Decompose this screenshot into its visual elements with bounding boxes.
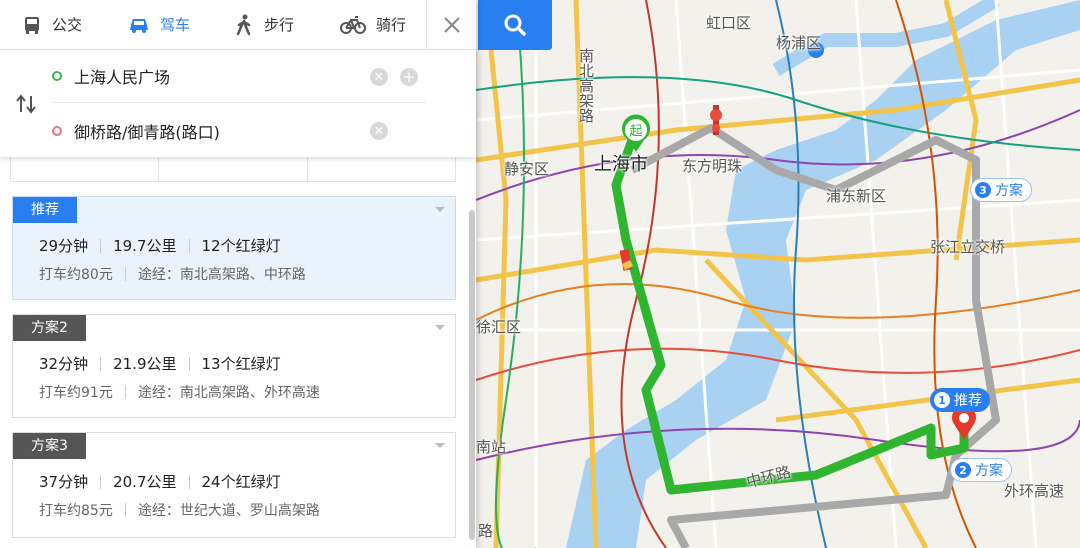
plan-tag: 推荐 xyxy=(13,197,77,223)
plan-via: 途经：世纪大道、罗山高架路 xyxy=(137,503,320,519)
badge-number: 1 xyxy=(934,392,950,408)
badge-label: 方案 xyxy=(995,183,1023,199)
tab-bus[interactable]: 公交 xyxy=(0,0,106,50)
route-plan-card[interactable]: 方案3 37分钟 20.7公里 24个红绿灯 打车约85元 途经：世纪大道、罗山高架路 xyxy=(12,432,456,538)
plan-lights: 24个红绿灯 xyxy=(201,473,281,491)
map-view[interactable]: 起 虹口区 杨浦区 南北高架路 静安区 上海市 东方明珠 浦东新区 张江立交桥 … xyxy=(476,0,1080,548)
plan-distance: 20.7公里 xyxy=(113,473,177,491)
plan-via: 途经：南北高架路、中环路 xyxy=(137,267,306,283)
directions-panel: 公交 驾车 步行 骑行 上海人民广场 ✕ + 御桥路/御青路(路口) ✕ 推荐 … xyxy=(0,0,476,548)
plan-time: 32分钟 xyxy=(39,355,89,373)
plan-time: 37分钟 xyxy=(39,473,89,491)
map-label-jingan: 静安区 xyxy=(504,160,550,178)
map-label-hongkou: 虹口区 xyxy=(706,14,752,32)
route-input-box: 上海人民广场 ✕ + 御桥路/御青路(路口) ✕ xyxy=(0,50,476,157)
plan-via: 途经：南北高架路、外环高速 xyxy=(137,385,320,401)
tab-label: 骑行 xyxy=(376,16,407,34)
route-badge-plan2[interactable]: 2 方案 xyxy=(950,458,1012,482)
travel-mode-tabs: 公交 驾车 步行 骑行 xyxy=(0,0,476,50)
expand-caret-icon[interactable] xyxy=(435,325,445,330)
search-icon xyxy=(504,14,526,36)
map-label-pudong: 浦东新区 xyxy=(826,187,887,205)
map-label-waihuan: 外环高速 xyxy=(1004,482,1065,500)
close-button[interactable] xyxy=(426,0,476,50)
tab-label: 公交 xyxy=(52,16,83,34)
search-button[interactable] xyxy=(478,0,552,50)
plan-distance: 21.9公里 xyxy=(113,355,177,373)
svg-text:起: 起 xyxy=(629,124,642,139)
start-dot-icon xyxy=(52,71,62,81)
clear-start-icon[interactable]: ✕ xyxy=(370,68,388,86)
bus-icon xyxy=(25,16,39,34)
swap-icon[interactable] xyxy=(14,92,38,116)
start-field[interactable]: 上海人民广场 ✕ + xyxy=(52,50,426,103)
route-plan-card[interactable]: 推荐 29分钟 19.7公里 12个红绿灯 打车约80元 途经：南北高架路、中环路 xyxy=(12,196,456,300)
map-label-zhangjiang: 张江立交桥 xyxy=(930,238,1006,256)
map-label-nanzhan: 南站 xyxy=(476,438,507,456)
start-input[interactable]: 上海人民广场 xyxy=(74,64,170,88)
clear-end-icon[interactable]: ✕ xyxy=(370,122,388,140)
map-label-nanbei: 南北高架路 xyxy=(577,48,595,123)
tab-walk[interactable]: 步行 xyxy=(212,0,318,50)
plan-lights: 12个红绿灯 xyxy=(201,237,281,255)
plan-tag: 方案3 xyxy=(13,433,86,459)
tab-car[interactable]: 驾车 xyxy=(106,0,212,50)
end-field[interactable]: 御桥路/御青路(路口) ✕ xyxy=(52,104,426,157)
add-waypoint-icon[interactable]: + xyxy=(400,68,418,86)
expand-caret-icon[interactable] xyxy=(435,443,445,448)
tab-bike[interactable]: 骑行 xyxy=(318,0,424,50)
route-badge-recommended[interactable]: 1 推荐 xyxy=(930,388,990,412)
map-label-lu: 路 xyxy=(478,522,494,540)
close-icon xyxy=(443,17,460,33)
plan-taxi: 打车约80元 xyxy=(39,267,113,283)
plan-distance: 19.7公里 xyxy=(113,237,177,255)
expand-caret-icon[interactable] xyxy=(435,207,445,212)
plan-tag: 方案2 xyxy=(13,315,86,341)
badge-label: 方案 xyxy=(975,463,1003,479)
map-label-shanghai: 上海市 xyxy=(594,154,648,175)
scrollbar[interactable] xyxy=(469,210,475,540)
route-plan-card[interactable]: 方案2 32分钟 21.9公里 13个红绿灯 打车约91元 途经：南北高架路、外环高速 xyxy=(12,314,456,418)
tab-label: 步行 xyxy=(264,16,295,34)
bike-icon xyxy=(340,15,366,34)
walk-icon xyxy=(236,14,251,35)
plan-taxi: 打车约91元 xyxy=(39,385,113,401)
end-dot-icon xyxy=(52,125,62,136)
map-label-yangpu: 杨浦区 xyxy=(776,34,822,52)
car-icon xyxy=(130,18,148,33)
tab-label: 驾车 xyxy=(160,16,191,34)
badge-number: 2 xyxy=(955,462,971,478)
map-label-pearl: 东方明珠 xyxy=(682,157,743,175)
route-badge-plan3[interactable]: 3 方案 xyxy=(970,178,1032,202)
plan-lights: 13个红绿灯 xyxy=(201,355,281,373)
plan-taxi: 打车约85元 xyxy=(39,503,113,519)
end-input[interactable]: 御桥路/御青路(路口) xyxy=(74,119,220,143)
badge-number: 3 xyxy=(975,182,991,198)
badge-label: 推荐 xyxy=(954,393,982,409)
map-label-xuhui: 徐汇区 xyxy=(476,318,522,336)
plan-time: 29分钟 xyxy=(39,237,89,255)
